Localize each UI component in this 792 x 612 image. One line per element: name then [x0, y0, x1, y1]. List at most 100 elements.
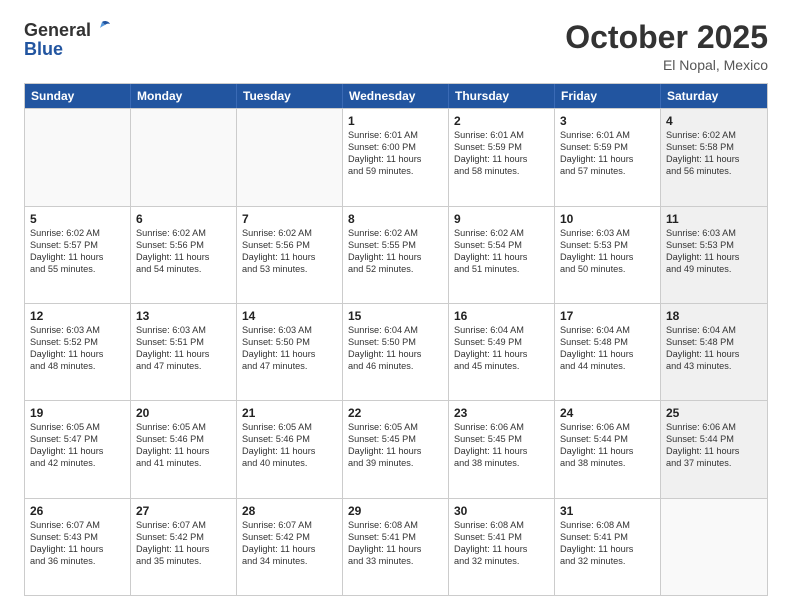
- cell-info: and 45 minutes.: [454, 361, 549, 373]
- cell-info: Daylight: 11 hours: [560, 446, 655, 458]
- cell-info: Sunrise: 6:04 AM: [666, 325, 762, 337]
- calendar-cell: [237, 109, 343, 205]
- day-number: 20: [136, 405, 231, 421]
- cell-info: and 42 minutes.: [30, 458, 125, 470]
- cell-info: Daylight: 11 hours: [242, 252, 337, 264]
- calendar-cell: 23Sunrise: 6:06 AMSunset: 5:45 PMDayligh…: [449, 401, 555, 497]
- cell-info: Daylight: 11 hours: [348, 544, 443, 556]
- cell-info: Daylight: 11 hours: [560, 252, 655, 264]
- day-number: 26: [30, 503, 125, 519]
- calendar-cell: 4Sunrise: 6:02 AMSunset: 5:58 PMDaylight…: [661, 109, 767, 205]
- cell-info: and 47 minutes.: [136, 361, 231, 373]
- cell-info: and 41 minutes.: [136, 458, 231, 470]
- cell-info: and 55 minutes.: [30, 264, 125, 276]
- cell-info: and 56 minutes.: [666, 166, 762, 178]
- day-number: 13: [136, 308, 231, 324]
- cell-info: and 32 minutes.: [454, 556, 549, 568]
- cell-info: Sunset: 5:45 PM: [454, 434, 549, 446]
- calendar-week: 12Sunrise: 6:03 AMSunset: 5:52 PMDayligh…: [25, 303, 767, 400]
- cell-info: Sunrise: 6:05 AM: [136, 422, 231, 434]
- day-number: 1: [348, 113, 443, 129]
- cell-info: and 38 minutes.: [560, 458, 655, 470]
- cell-info: and 46 minutes.: [348, 361, 443, 373]
- day-number: 25: [666, 405, 762, 421]
- cell-info: Daylight: 11 hours: [666, 154, 762, 166]
- cell-info: Daylight: 11 hours: [242, 349, 337, 361]
- day-number: 11: [666, 211, 762, 227]
- calendar-cell: 29Sunrise: 6:08 AMSunset: 5:41 PMDayligh…: [343, 499, 449, 595]
- cell-info: Sunset: 5:48 PM: [666, 337, 762, 349]
- weekday-header: Sunday: [25, 84, 131, 108]
- day-number: 28: [242, 503, 337, 519]
- cell-info: Sunset: 5:41 PM: [454, 532, 549, 544]
- calendar-cell: 16Sunrise: 6:04 AMSunset: 5:49 PMDayligh…: [449, 304, 555, 400]
- cell-info: Sunset: 5:49 PM: [454, 337, 549, 349]
- calendar-header: SundayMondayTuesdayWednesdayThursdayFrid…: [25, 84, 767, 108]
- cell-info: Sunrise: 6:03 AM: [666, 228, 762, 240]
- cell-info: Sunset: 5:58 PM: [666, 142, 762, 154]
- calendar-week: 26Sunrise: 6:07 AMSunset: 5:43 PMDayligh…: [25, 498, 767, 595]
- cell-info: Sunset: 5:56 PM: [136, 240, 231, 252]
- cell-info: Sunset: 5:45 PM: [348, 434, 443, 446]
- calendar-cell: 1Sunrise: 6:01 AMSunset: 6:00 PMDaylight…: [343, 109, 449, 205]
- calendar-cell: 18Sunrise: 6:04 AMSunset: 5:48 PMDayligh…: [661, 304, 767, 400]
- weekday-header: Friday: [555, 84, 661, 108]
- day-number: 19: [30, 405, 125, 421]
- cell-info: Sunset: 5:42 PM: [242, 532, 337, 544]
- month-title: October 2025: [565, 20, 768, 55]
- cell-info: and 36 minutes.: [30, 556, 125, 568]
- cell-info: Sunset: 5:59 PM: [454, 142, 549, 154]
- cell-info: and 34 minutes.: [242, 556, 337, 568]
- day-number: 5: [30, 211, 125, 227]
- calendar-cell: 9Sunrise: 6:02 AMSunset: 5:54 PMDaylight…: [449, 207, 555, 303]
- weekday-header: Tuesday: [237, 84, 343, 108]
- cell-info: Sunset: 5:44 PM: [666, 434, 762, 446]
- calendar-cell: [661, 499, 767, 595]
- cell-info: Sunrise: 6:03 AM: [30, 325, 125, 337]
- calendar-cell: 28Sunrise: 6:07 AMSunset: 5:42 PMDayligh…: [237, 499, 343, 595]
- cell-info: Daylight: 11 hours: [348, 154, 443, 166]
- logo: General Blue: [24, 20, 111, 60]
- weekday-header: Monday: [131, 84, 237, 108]
- calendar-cell: 17Sunrise: 6:04 AMSunset: 5:48 PMDayligh…: [555, 304, 661, 400]
- day-number: 7: [242, 211, 337, 227]
- calendar-week: 1Sunrise: 6:01 AMSunset: 6:00 PMDaylight…: [25, 108, 767, 205]
- cell-info: Sunset: 5:41 PM: [560, 532, 655, 544]
- cell-info: Sunset: 5:46 PM: [242, 434, 337, 446]
- logo-blue: Blue: [24, 39, 111, 60]
- weekday-header: Saturday: [661, 84, 767, 108]
- weekday-header: Thursday: [449, 84, 555, 108]
- day-number: 24: [560, 405, 655, 421]
- day-number: 29: [348, 503, 443, 519]
- location: El Nopal, Mexico: [565, 57, 768, 73]
- calendar-cell: 11Sunrise: 6:03 AMSunset: 5:53 PMDayligh…: [661, 207, 767, 303]
- calendar-cell: 13Sunrise: 6:03 AMSunset: 5:51 PMDayligh…: [131, 304, 237, 400]
- calendar-cell: 14Sunrise: 6:03 AMSunset: 5:50 PMDayligh…: [237, 304, 343, 400]
- weekday-header: Wednesday: [343, 84, 449, 108]
- calendar-cell: 24Sunrise: 6:06 AMSunset: 5:44 PMDayligh…: [555, 401, 661, 497]
- cell-info: Daylight: 11 hours: [136, 544, 231, 556]
- day-number: 16: [454, 308, 549, 324]
- cell-info: Sunrise: 6:04 AM: [454, 325, 549, 337]
- cell-info: Sunrise: 6:05 AM: [242, 422, 337, 434]
- cell-info: Sunrise: 6:05 AM: [348, 422, 443, 434]
- cell-info: and 57 minutes.: [560, 166, 655, 178]
- cell-info: and 50 minutes.: [560, 264, 655, 276]
- cell-info: Sunrise: 6:04 AM: [560, 325, 655, 337]
- calendar-week: 19Sunrise: 6:05 AMSunset: 5:47 PMDayligh…: [25, 400, 767, 497]
- cell-info: Sunrise: 6:03 AM: [242, 325, 337, 337]
- calendar-cell: 3Sunrise: 6:01 AMSunset: 5:59 PMDaylight…: [555, 109, 661, 205]
- cell-info: Daylight: 11 hours: [30, 349, 125, 361]
- cell-info: Sunrise: 6:05 AM: [30, 422, 125, 434]
- cell-info: Sunrise: 6:02 AM: [136, 228, 231, 240]
- day-number: 4: [666, 113, 762, 129]
- day-number: 12: [30, 308, 125, 324]
- cell-info: Daylight: 11 hours: [560, 544, 655, 556]
- day-number: 9: [454, 211, 549, 227]
- title-block: October 2025 El Nopal, Mexico: [565, 20, 768, 73]
- cell-info: Sunrise: 6:02 AM: [30, 228, 125, 240]
- day-number: 3: [560, 113, 655, 129]
- cell-info: Sunset: 5:48 PM: [560, 337, 655, 349]
- logo-bird-icon: [93, 20, 111, 36]
- calendar-cell: [131, 109, 237, 205]
